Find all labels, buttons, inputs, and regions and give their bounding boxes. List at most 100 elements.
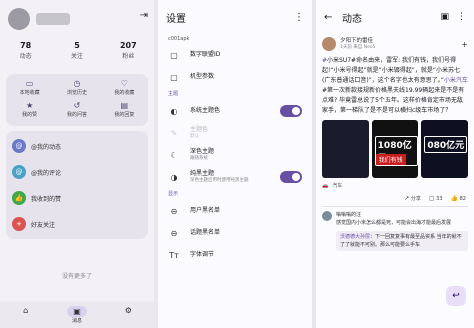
- post-text-part2: #第一次新款接规新价格黑夫线19.99辆起来是不是有点难? 毕竟雷总说了5个五年…: [322, 87, 465, 114]
- nav-settings[interactable]: ⚙: [103, 302, 154, 328]
- shortcut-item[interactable]: ★ 我的赞: [6, 100, 53, 122]
- system-color-row[interactable]: ◐ 系统主题色: [158, 100, 312, 122]
- logout-icon[interactable]: ⇥: [140, 10, 148, 21]
- stat-value: 5: [74, 41, 80, 50]
- follow-icon[interactable]: +: [461, 40, 468, 49]
- avatar[interactable]: [8, 8, 30, 30]
- more-icon[interactable]: ⋮: [294, 12, 304, 23]
- hashtag-car[interactable]: 小米汽车: [444, 77, 468, 84]
- reply-icon[interactable]: ▣: [440, 12, 449, 22]
- nav-messages-label: 消息: [71, 318, 82, 324]
- more-icon[interactable]: ⋮: [457, 12, 466, 22]
- stat-posts[interactable]: 78 动态: [0, 40, 51, 68]
- menu-item[interactable]: 👍 我收到的赞: [6, 185, 148, 211]
- my-likes-icon: ★: [26, 101, 34, 110]
- pure-black-row[interactable]: ◑ 纯黑主题 深色主题启用时使用纯黑主题: [158, 166, 312, 188]
- section-display: 显示: [168, 191, 179, 197]
- nav-home[interactable]: ⌂: [0, 302, 51, 328]
- stats-row: 78 动态 5 关注 207 粉丝: [0, 40, 154, 68]
- stat-following[interactable]: 5 关注: [51, 40, 102, 68]
- comment-item[interactable]: 嗡嗡嗡的汪 感觉国内小米怎么都是死，可能会出海才能最后发展: [316, 209, 474, 229]
- post-meta: 1天前 来自 Neo5: [340, 44, 376, 50]
- section-theme: 主题: [168, 91, 179, 97]
- shortcut-item[interactable]: ▭ 本地收藏: [6, 78, 53, 100]
- row-text: 话题黑名单: [190, 229, 302, 237]
- shortcut-item[interactable]: ♡ 我的收藏: [101, 78, 148, 100]
- shortcut-label: 我的赞: [22, 112, 38, 118]
- post-image-3[interactable]: 080亿元: [421, 120, 469, 178]
- brush-icon: ✎: [170, 128, 178, 138]
- message-icon: ▣: [67, 306, 87, 317]
- like-count: 82: [459, 196, 466, 202]
- palette-icon: ◐: [170, 106, 178, 116]
- no-more-label: 没有更多了: [61, 273, 92, 280]
- reply-user[interactable]: 沃德德大孙层: [340, 234, 370, 240]
- topic-blacklist-icon: ⊖: [170, 228, 178, 238]
- notification-menu: @ @我的动态 @ @我的评论 👍 我收到的赞 + 好友关注: [6, 131, 148, 239]
- dark-theme-row[interactable]: ☾ 深色主题 跟随系统: [158, 144, 312, 166]
- shortcut-item[interactable]: ◷ 浏览历史: [53, 78, 100, 100]
- menu-item[interactable]: @ @我的动态: [6, 133, 148, 159]
- comment-button[interactable]: ▢ 33: [429, 195, 443, 202]
- post-image-2[interactable]: 1080亿元 我们有钱: [371, 120, 419, 178]
- font-size-icon: Tт: [169, 250, 179, 260]
- stat-fans[interactable]: 207 粉丝: [103, 40, 154, 68]
- row-title: 用户黑名单: [190, 207, 221, 214]
- shortcut-label: 我的回复: [114, 112, 135, 118]
- post-author[interactable]: 夕阳下的雷佳 1天前 来自 Neo5 +: [316, 34, 474, 54]
- shortcut-item[interactable]: ↺ 我的问答: [53, 100, 100, 122]
- menu-item[interactable]: @ @我的评论: [6, 159, 148, 185]
- settings-row[interactable]: ⊖ 话题黑名单: [158, 222, 312, 244]
- system-color-switch[interactable]: [280, 105, 302, 117]
- device-id-icon: ▢: [170, 50, 178, 60]
- settings-row[interactable]: ▢ 机型参数: [158, 66, 312, 88]
- at-comment-icon: @: [12, 165, 26, 179]
- comment-count: 33: [436, 196, 443, 202]
- stat-label: 动态: [19, 53, 32, 60]
- like-button[interactable]: 👍 82: [451, 195, 466, 202]
- post-actions: ↗ 分享 ▢ 33 👍 82: [316, 193, 474, 204]
- reply-fab[interactable]: ↩: [446, 286, 466, 306]
- thumb-icon: 👍: [450, 195, 459, 202]
- history-icon: ◷: [73, 79, 81, 88]
- stat-label: 关注: [70, 53, 83, 60]
- device-rows: ▢ 数字联盟ID ▢ 机型参数: [158, 44, 312, 88]
- row-title: 数字联盟ID: [190, 51, 221, 58]
- avatar[interactable]: [322, 37, 336, 51]
- my-replies-icon: ▤: [120, 101, 129, 110]
- row-text: 主题色 默认: [190, 126, 302, 140]
- local-favorites-icon: ▭: [25, 79, 34, 88]
- bottom-nav: ⌂ ▣ 消息 ⚙: [0, 302, 154, 328]
- image-number: 080亿元: [424, 136, 468, 153]
- shortcut-item[interactable]: ▤ 我的回复: [101, 100, 148, 122]
- shortcut-label: 我的问答: [66, 112, 87, 118]
- comment-icon: ▢: [428, 195, 435, 202]
- car-icon: 🚗: [322, 182, 329, 189]
- settings-row[interactable]: ⊖ 用户黑名单: [158, 200, 312, 222]
- topic-tag[interactable]: 🚗 汽车: [316, 178, 474, 193]
- profile-header: ⇥: [0, 0, 154, 36]
- username-blurred: [36, 13, 70, 25]
- row-text: 系统主题色: [190, 107, 280, 115]
- settings-row[interactable]: Tт 字体调节: [158, 244, 312, 266]
- profile-panel: ⇥ 78 动态 5 关注 207 粉丝 ▭ 本地收藏 ◷ 浏览历史 ♡ 我的收藏 ★ 我的赞 ↺ 我的问…: [0, 0, 154, 328]
- row-title: 主题色: [190, 126, 209, 133]
- post-image-1[interactable]: [322, 120, 369, 178]
- menu-item[interactable]: + 好友关注: [6, 211, 148, 237]
- share-button[interactable]: ↗ 分享: [404, 195, 421, 202]
- row-subtitle: 深色主题启用时使用纯黑主题: [190, 178, 249, 183]
- share-icon: ↗: [404, 195, 410, 202]
- row-text: 机型参数: [190, 73, 302, 81]
- row-text: 数字联盟ID: [190, 51, 302, 59]
- row-title: 深色主题: [190, 148, 215, 155]
- account-label: c001apk: [168, 36, 190, 42]
- settings-row[interactable]: ▢ 数字联盟ID: [158, 44, 312, 66]
- back-arrow-icon[interactable]: ←: [324, 12, 342, 23]
- stat-value: 207: [119, 41, 137, 50]
- display-rows: ⊖ 用户黑名单 ⊖ 话题黑名单 Tт 字体调节: [158, 200, 312, 266]
- pure-black-switch[interactable]: [280, 171, 302, 183]
- commenter-name: 嗡嗡嗡的汪: [336, 212, 362, 218]
- avatar[interactable]: [322, 211, 332, 221]
- nav-messages[interactable]: ▣ 消息: [51, 302, 102, 328]
- comment-reply[interactable]: 沃德德大孙层：下一回复复事有最至品资系 当年的就不了了就能不可别。那么可能要么手…: [336, 231, 468, 251]
